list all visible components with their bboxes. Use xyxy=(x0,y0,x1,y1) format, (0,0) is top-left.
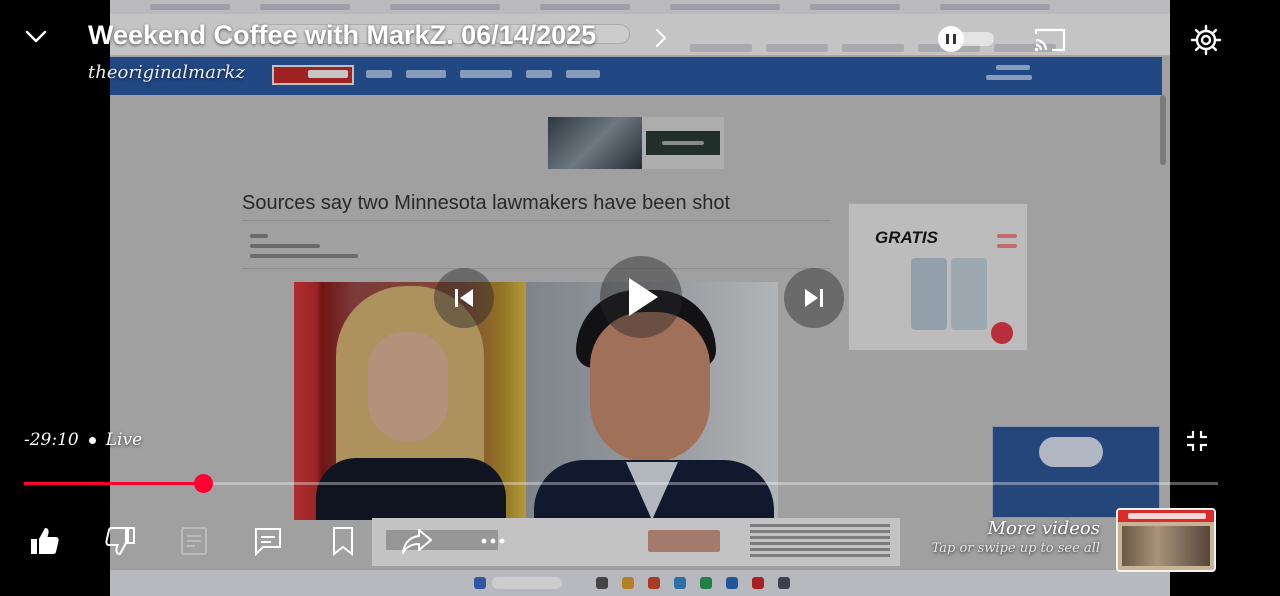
chevron-right-icon[interactable] xyxy=(652,26,670,50)
seek-bar-played xyxy=(24,482,204,485)
channel-name[interactable]: theoriginalmarkz xyxy=(88,62,245,83)
time-remaining: -29:10 xyxy=(24,430,79,450)
seek-handle[interactable] xyxy=(194,474,214,493)
more-videos-thumbnail[interactable] xyxy=(1116,508,1216,572)
gear-icon[interactable] xyxy=(1190,24,1222,56)
exit-fullscreen-icon[interactable] xyxy=(1184,428,1210,454)
skip-previous-icon[interactable] xyxy=(434,268,494,328)
cast-icon[interactable] xyxy=(1032,26,1068,54)
thumbs-down-icon[interactable] xyxy=(103,524,137,558)
more-videos-title: More videos xyxy=(987,518,1100,539)
time-row: -29:10 Live xyxy=(24,429,142,451)
video-title[interactable]: Weekend Coffee with MarkZ. 06/14/2025 xyxy=(88,20,596,51)
more-videos-hint: Tap or swipe up to see all xyxy=(931,541,1100,556)
live-button[interactable]: Live xyxy=(106,430,142,450)
skip-next-icon[interactable] xyxy=(784,268,844,328)
share-icon[interactable] xyxy=(400,524,434,558)
more-videos-panel[interactable]: More videos Tap or swipe up to see all xyxy=(900,518,1100,568)
live-dot xyxy=(88,436,96,444)
pause-icon xyxy=(938,26,964,52)
thumbs-up-icon[interactable] xyxy=(28,524,62,558)
chevron-down-icon[interactable] xyxy=(22,22,50,50)
description-icon[interactable] xyxy=(177,524,211,558)
bookmark-icon[interactable] xyxy=(326,524,360,558)
seek-bar[interactable] xyxy=(24,474,1218,493)
more-horizontal-icon[interactable] xyxy=(476,524,510,558)
autoplay-toggle[interactable] xyxy=(938,26,996,52)
play-icon[interactable] xyxy=(600,256,682,338)
comment-icon[interactable] xyxy=(251,524,285,558)
